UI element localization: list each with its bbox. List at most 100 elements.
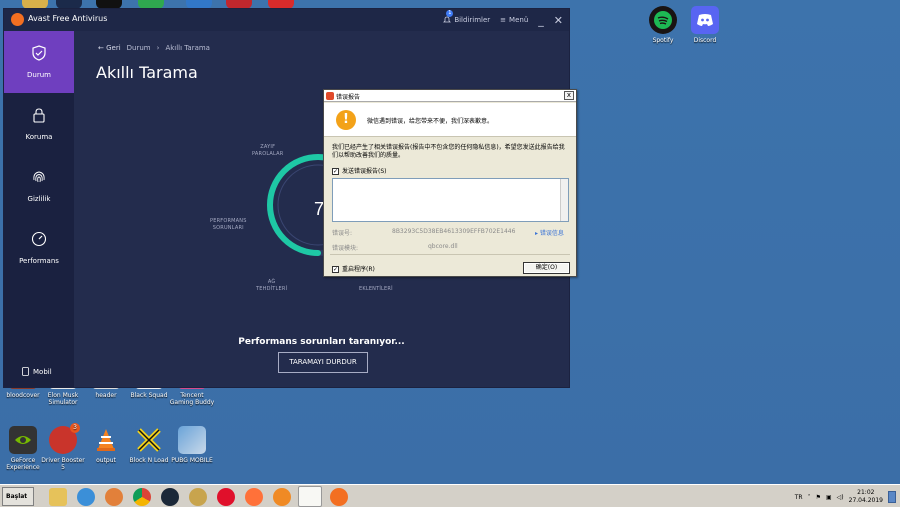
dialog-titlebar[interactable]: 错误报告 x xyxy=(324,90,576,102)
hamburger-icon: ≡ xyxy=(500,16,507,24)
restart-label: 重启程序(R) xyxy=(342,266,375,273)
desktop-icon-label: header xyxy=(95,392,117,399)
desktop-icon-label: Black Squad xyxy=(130,392,168,399)
report-textarea[interactable] xyxy=(332,178,569,222)
close-button[interactable]: ✕ xyxy=(554,14,563,27)
breadcrumb-separator: › xyxy=(156,44,160,52)
notifications-label: Bildirimler xyxy=(454,16,491,24)
notifications-button[interactable]: 1 Bildirimler xyxy=(443,10,491,24)
taskbar-chrome-icon[interactable] xyxy=(133,488,151,506)
breadcrumb-current: Akıllı Tarama xyxy=(165,44,210,52)
desktop-icon-spotify[interactable]: Spotify xyxy=(640,6,686,44)
page-title: Akıllı Tarama xyxy=(96,63,198,82)
ok-button[interactable]: 确定(O) xyxy=(523,262,570,274)
desktop-icon-label: Block N Load xyxy=(129,457,169,464)
error-module-value: qbcore.dll xyxy=(428,243,458,250)
network-icon[interactable]: ▣ xyxy=(826,494,832,501)
send-report-label: 发送错误报告(S) xyxy=(342,168,387,175)
phone-icon xyxy=(22,367,29,376)
show-desktop-icon[interactable] xyxy=(888,491,896,503)
desktop-icon-pubg-mobile[interactable]: PUBG MOBILE xyxy=(169,426,215,464)
error-id-label: 错误号: xyxy=(332,230,353,237)
clock-date: 27.04.2019 xyxy=(848,497,883,504)
desktop-icon-label: PUBG MOBILE xyxy=(171,457,213,464)
checkbox-checked-icon: ✓ xyxy=(332,266,339,273)
spotify-icon xyxy=(649,6,677,34)
taskbar-steam-icon[interactable] xyxy=(161,488,179,506)
clock[interactable]: 21:02 27.04.2019 xyxy=(849,489,883,505)
breadcrumb: ← Geri Durum › Akıllı Tarama xyxy=(98,44,210,52)
dialog-close-button[interactable]: x xyxy=(564,91,574,100)
back-button[interactable]: ← Geri xyxy=(98,44,121,52)
sidebar-item-mobil[interactable]: Mobil xyxy=(22,367,52,376)
flag-icon[interactable]: ⚑ xyxy=(816,494,821,501)
sidebar-item-durum[interactable]: Durum xyxy=(4,31,74,93)
desktop-icon-driver-booster[interactable]: 3 Driver Booster 5 xyxy=(40,423,86,471)
desktop-icon-output[interactable]: output xyxy=(83,426,129,464)
volume-icon[interactable]: ◁) xyxy=(837,494,844,501)
block-n-load-icon xyxy=(135,426,163,454)
desktop-icon-label: Driver Booster 5 xyxy=(41,457,85,471)
avast-titlebar[interactable]: Avast Free Antivirus 1 Bildirimler ≡ Men… xyxy=(4,9,569,31)
taskbar-wechat-error-app[interactable] xyxy=(298,486,322,507)
desktop-icon-label: Elon Musk Simulator xyxy=(47,392,79,406)
taskbar-browser-icon[interactable] xyxy=(273,488,291,506)
minimize-button[interactable]: _ xyxy=(538,14,544,27)
textarea-scrollbar[interactable] xyxy=(560,179,568,221)
stop-scan-button[interactable]: TARAMAYI DURDUR xyxy=(278,352,368,373)
error-report-dialog: 错误报告 x ! 微信遇到错误，给您带来不便，我们深表歉意。 我们已经产生了相关… xyxy=(323,89,577,277)
desktop-icon-label: Spotify xyxy=(652,37,674,44)
restart-checkbox[interactable]: ✓ 重启程序(R) xyxy=(332,264,375,273)
bell-icon xyxy=(443,16,452,23)
menu-button[interactable]: ≡ Menü xyxy=(500,16,528,24)
back-label: Geri xyxy=(106,44,121,52)
scan-status-text: Performans sorunları taranıyor... xyxy=(238,337,405,347)
avast-sidebar: Durum Koruma Gizlilik Performans Mobil xyxy=(4,31,74,387)
taskbar-opera-icon[interactable] xyxy=(217,488,235,506)
tray-expand-icon[interactable]: ˄ xyxy=(808,494,811,501)
dialog-message: 微信遇到错误，给您带来不便，我们深表歉意。 xyxy=(367,118,494,125)
breadcrumb-parent[interactable]: Durum xyxy=(127,44,151,52)
app-icon xyxy=(326,92,334,100)
shield-check-icon xyxy=(32,45,46,61)
error-id-value: 8B3293C5D38EB4613309EFFB702E1446 xyxy=(392,228,516,235)
sidebar-item-label: Performans xyxy=(19,257,59,265)
checkbox-checked-icon: ✓ xyxy=(332,168,339,175)
desktop-icon-label: output xyxy=(96,457,116,464)
taskbar: Başlat TR ˄ ⚑ ▣ ◁) 21:02 27.04.2019 xyxy=(0,484,900,507)
taskbar-avast-icon[interactable] xyxy=(330,488,348,506)
send-report-checkbox[interactable]: ✓ 发送错误报告(S) xyxy=(332,166,387,175)
menu-label: Menü xyxy=(509,16,529,24)
window-title: Avast Free Antivirus xyxy=(28,14,108,23)
error-module-label: 错误模块: xyxy=(332,245,359,252)
sidebar-item-performans[interactable]: Performans xyxy=(4,217,74,279)
sidebar-item-gizlilik[interactable]: Gizlilik xyxy=(4,155,74,217)
scan-label-extensions: EKLENTİLERİ xyxy=(359,286,393,292)
language-indicator[interactable]: TR xyxy=(795,494,803,501)
taskbar-basketball-icon[interactable] xyxy=(105,488,123,506)
taskbar-league-icon[interactable] xyxy=(189,488,207,506)
sidebar-item-koruma[interactable]: Koruma xyxy=(4,93,74,155)
sidebar-item-label: Gizlilik xyxy=(27,195,51,203)
dialog-title: 错误报告 xyxy=(336,94,361,101)
dialog-header: ! 微信遇到错误，给您带来不便，我们深表歉意。 xyxy=(324,103,576,137)
clock-time: 21:02 xyxy=(857,489,875,496)
error-info-link[interactable]: ▸ 错误信息 xyxy=(535,228,564,237)
desktop-icon-label: Tencent Gaming Buddy xyxy=(169,392,215,406)
lock-icon xyxy=(33,108,45,123)
driver-booster-badge: 3 xyxy=(70,423,80,433)
start-button[interactable]: Başlat xyxy=(2,487,34,506)
sidebar-item-label: Durum xyxy=(27,71,51,79)
taskbar-explorer-icon[interactable] xyxy=(49,488,67,506)
nvidia-icon xyxy=(9,426,37,454)
fingerprint-icon xyxy=(33,171,45,183)
desktop-icon-block-n-load[interactable]: Block N Load xyxy=(126,426,172,464)
desktop-icon-discord[interactable]: Discord xyxy=(682,6,728,44)
taskbar-firefox-icon[interactable] xyxy=(245,488,263,506)
start-label: Başlat xyxy=(6,493,28,500)
sidebar-item-label: Koruma xyxy=(25,133,53,141)
taskbar-ie-icon[interactable] xyxy=(77,488,95,506)
system-tray: TR ˄ ⚑ ▣ ◁) 21:02 27.04.2019 xyxy=(795,487,900,507)
scan-label-network-threats: AĞ TEHDİTLERİ xyxy=(256,279,288,292)
desktop-icon-label: Discord xyxy=(693,37,717,44)
